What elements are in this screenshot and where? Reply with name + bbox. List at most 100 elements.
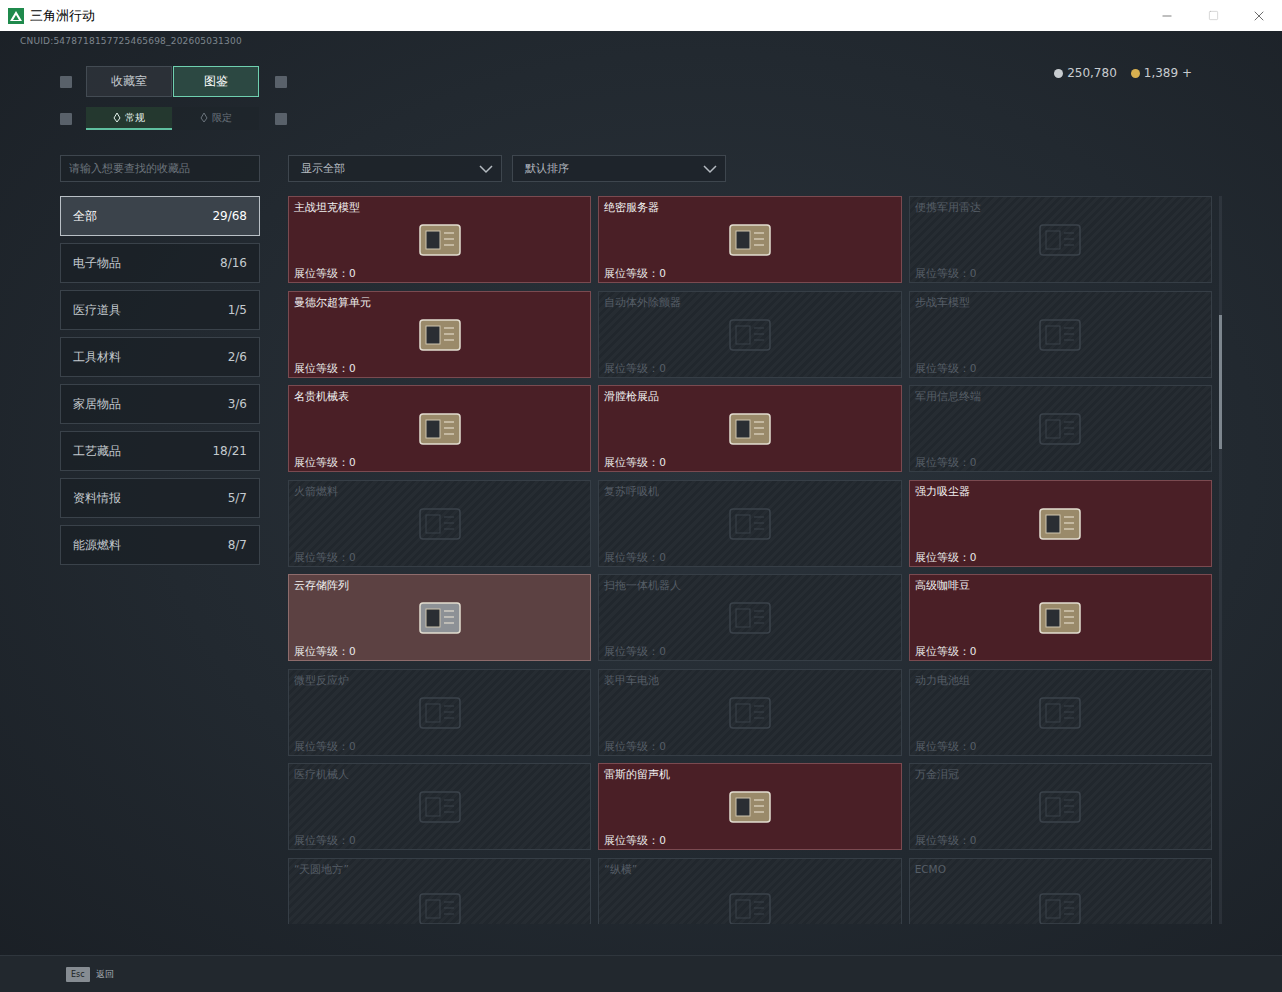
collection-card[interactable]: 绝密服务器展位等级：0 (598, 196, 901, 283)
item-image-icon (408, 310, 472, 360)
item-name: 强力吸尘器 (915, 484, 1206, 498)
item-level: 展位等级：0 (915, 361, 1206, 375)
item-image-icon (1028, 215, 1092, 265)
collection-card[interactable]: 强力吸尘器展位等级：0 (909, 480, 1212, 567)
item-image-icon (408, 782, 472, 832)
collection-card[interactable]: 主战坦克模型展位等级：0 (288, 196, 591, 283)
item-level: 展位等级：0 (294, 550, 585, 564)
category-list: 全部29/68 电子物品8/16 医疗道具1/5 工具材料2/6 家居物品3/6 工艺藏品… (60, 196, 260, 565)
item-image-icon (408, 215, 472, 265)
sub-tabs: 常规限定 (86, 107, 260, 130)
maximize-button[interactable] (1190, 0, 1236, 31)
item-name: 自动体外除颤器 (604, 295, 895, 309)
item-level: 展位等级：0 (604, 833, 895, 847)
item-level: 展位等级：0 (604, 644, 895, 658)
currency-bar: 250,780 1,389 + (1054, 66, 1282, 80)
collection-card[interactable]: 万金泪冠展位等级：0 (909, 763, 1212, 850)
item-name: 火箭燃料 (294, 484, 585, 498)
item-level: 展位等级：0 (915, 739, 1206, 753)
collection-card[interactable]: 自动体外除颤器展位等级：0 (598, 291, 901, 378)
scrollbar-thumb[interactable] (1219, 315, 1222, 450)
item-image-icon (1028, 688, 1092, 738)
item-image-icon (718, 593, 782, 643)
close-button[interactable] (1236, 0, 1282, 31)
category-item[interactable]: 资料情报5/7 (60, 478, 260, 518)
collection-viewport: 主战坦克模型展位等级：0绝密服务器展位等级：0便携军用雷达展位等级：0曼德尔超算… (288, 196, 1212, 924)
item-image-icon (718, 310, 782, 360)
item-name: 曼德尔超算单元 (294, 295, 585, 309)
collection-card[interactable]: 滑膛枪展品展位等级：0 (598, 385, 901, 472)
top-tabs: 收藏室图鉴 (86, 66, 260, 97)
collection-grid: 主战坦克模型展位等级：0绝密服务器展位等级：0便携军用雷达展位等级：0曼德尔超算… (288, 196, 1212, 924)
sub-tab[interactable]: 常规 (86, 107, 172, 130)
scrollbar[interactable] (1219, 196, 1222, 924)
minimize-icon (1160, 9, 1174, 23)
item-name: 动力电池组 (915, 673, 1206, 687)
footer-bar: Esc 返回 (0, 955, 1282, 992)
title-bar: 三角洲行动 (0, 0, 1282, 31)
tab-icon (113, 113, 121, 122)
collection-card[interactable]: 云存储阵列展位等级：0 (288, 574, 591, 661)
collection-card[interactable]: 微型反应炉展位等级：0 (288, 669, 591, 756)
back-label[interactable]: 返回 (96, 968, 114, 981)
item-image-icon (718, 499, 782, 549)
collection-card[interactable]: “纵横” (598, 858, 901, 925)
collection-card[interactable]: 名贵机械表展位等级：0 (288, 385, 591, 472)
item-level: 展位等级：0 (915, 550, 1206, 564)
category-item[interactable]: 家居物品3/6 (60, 384, 260, 424)
collection-card[interactable]: 雷斯的留声机展位等级：0 (598, 763, 901, 850)
collection-card[interactable]: 医疗机械人展位等级：0 (288, 763, 591, 850)
collection-card[interactable]: 步战车模型展位等级：0 (909, 291, 1212, 378)
close-icon (1251, 8, 1267, 24)
item-name: 扫拖一体机器人 (604, 578, 895, 592)
top-tab[interactable]: 收藏室 (86, 66, 172, 97)
maximize-icon (1208, 10, 1219, 21)
filter-dropdown[interactable]: 默认排序 (512, 155, 726, 182)
item-level: 展位等级：0 (294, 266, 585, 280)
minimize-button[interactable] (1144, 0, 1190, 31)
category-item[interactable]: 电子物品8/16 (60, 243, 260, 283)
item-image-icon (718, 688, 782, 738)
item-level: 展位等级：0 (294, 644, 585, 658)
collection-card[interactable]: 军用信息终端展位等级：0 (909, 385, 1212, 472)
item-image-icon (408, 499, 472, 549)
sub-tab[interactable]: 限定 (173, 107, 259, 130)
window-title: 三角洲行动 (30, 7, 95, 25)
collection-card[interactable]: 便携军用雷达展位等级：0 (909, 196, 1212, 283)
collection-card[interactable]: 动力电池组展位等级：0 (909, 669, 1212, 756)
category-item[interactable]: 工具材料2/6 (60, 337, 260, 377)
collection-card[interactable]: ECMO (909, 858, 1212, 925)
collection-card[interactable]: 火箭燃料展位等级：0 (288, 480, 591, 567)
collection-card[interactable]: 复苏呼吸机展位等级：0 (598, 480, 901, 567)
item-level: 展位等级：0 (294, 739, 585, 753)
top-tab[interactable]: 图鉴 (173, 66, 259, 97)
uid-label: CNUID:5478718157725465698_202605031300 (0, 31, 1282, 51)
item-level: 展位等级：0 (604, 550, 895, 564)
collection-card[interactable]: 装甲车电池展位等级：0 (598, 669, 901, 756)
collection-card[interactable]: “天圆地方” (288, 858, 591, 925)
currency: 1,389 + (1131, 66, 1192, 80)
search-field[interactable] (60, 155, 260, 182)
item-level: 展位等级：0 (915, 455, 1206, 469)
collection-card[interactable]: 扫拖一体机器人展位等级：0 (598, 574, 901, 661)
item-level: 展位等级：0 (915, 266, 1206, 280)
item-name: 主战坦克模型 (294, 200, 585, 214)
filter-dropdown[interactable]: 显示全部 (288, 155, 502, 182)
item-name: 云存储阵列 (294, 578, 585, 592)
category-item[interactable]: 工艺藏品18/21 (60, 431, 260, 471)
item-name: 名贵机械表 (294, 389, 585, 403)
item-image-icon (718, 215, 782, 265)
currency: 250,780 (1054, 66, 1117, 80)
esc-key[interactable]: Esc (66, 967, 90, 982)
item-image-icon (1028, 884, 1092, 925)
item-level: 展位等级：0 (604, 739, 895, 753)
collection-card[interactable]: 高级咖啡豆展位等级：0 (909, 574, 1212, 661)
category-item[interactable]: 能源燃料8/7 (60, 525, 260, 565)
item-image-icon (1028, 782, 1092, 832)
item-name: 步战车模型 (915, 295, 1206, 309)
collection-card[interactable]: 曼德尔超算单元展位等级：0 (288, 291, 591, 378)
key-hint-icon (275, 113, 287, 125)
category-item[interactable]: 全部29/68 (60, 196, 260, 236)
item-name: 高级咖啡豆 (915, 578, 1206, 592)
category-item[interactable]: 医疗道具1/5 (60, 290, 260, 330)
